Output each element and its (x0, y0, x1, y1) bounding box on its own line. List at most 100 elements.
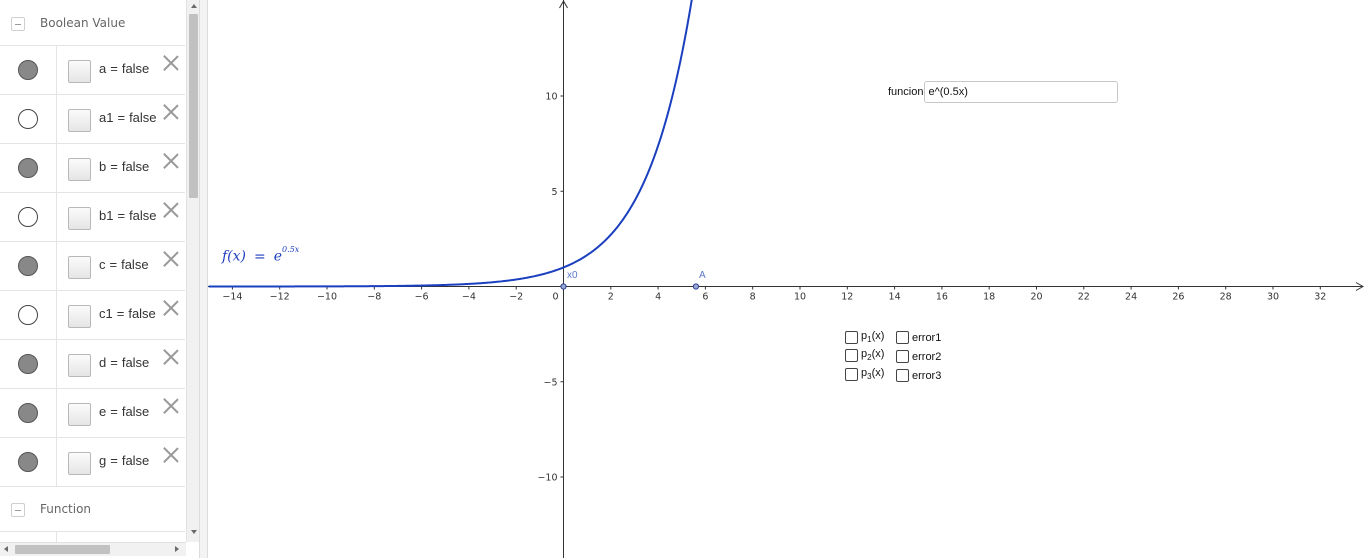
algebra-row-a1[interactable]: a1 = false (0, 95, 185, 144)
x-tick-label: 14 (889, 292, 901, 303)
funcion-input[interactable] (924, 81, 1119, 103)
checkbox-label: p3(x) (861, 367, 885, 382)
visibility-toggle[interactable] (18, 109, 38, 129)
scroll-left-icon[interactable] (4, 546, 8, 552)
horizontal-scrollbar[interactable] (0, 542, 186, 556)
marble-cell[interactable] (0, 193, 57, 241)
row-checkbox[interactable] (68, 207, 91, 230)
row-value: false (121, 257, 149, 272)
visibility-toggle[interactable] (18, 354, 38, 374)
row-definition[interactable]: g = false (99, 453, 149, 468)
visibility-toggle[interactable] (18, 305, 38, 325)
x-tick-label: −2 (509, 292, 523, 303)
checkbox-p3[interactable]: p3(x) (845, 364, 885, 382)
marble-cell[interactable] (0, 291, 57, 339)
marble-cell[interactable] (0, 389, 57, 437)
x-tick-label: 26 (1172, 292, 1184, 303)
checkbox-error2[interactable]: error2 (896, 346, 941, 363)
marble-cell[interactable] (0, 242, 57, 290)
graphics-view[interactable]: −14 −12 −10 −8 −6 −4 −2 0 2 4 6 8 10 12 14 16 18 20 22 24 26… (208, 0, 1366, 558)
checkbox-p2[interactable]: p2(x) (845, 345, 884, 363)
row-equals: = (117, 110, 126, 125)
visibility-toggle[interactable] (18, 256, 38, 276)
row-equals: = (110, 159, 118, 174)
row-definition[interactable]: a1 = false (99, 110, 157, 125)
x-tick-label: −12 (270, 292, 290, 303)
marble-cell[interactable] (0, 46, 57, 94)
group-header-boolean[interactable]: Boolean Value (0, 0, 185, 46)
function-label[interactable]: f(x) = e0.5x (222, 245, 299, 265)
row-definition[interactable]: c = false (99, 257, 149, 272)
row-definition[interactable]: b1 = false (99, 208, 157, 223)
checkbox-error3[interactable]: error3 (896, 365, 941, 382)
row-checkbox[interactable] (68, 452, 91, 475)
marble-cell[interactable] (0, 438, 57, 486)
x-tick-label: −8 (367, 292, 381, 303)
marble-cell[interactable] (0, 95, 57, 143)
checkbox-error1[interactable]: error1 (896, 327, 941, 344)
scrollbar-thumb[interactable] (15, 545, 110, 554)
marble-cell[interactable] (0, 144, 57, 192)
collapse-icon[interactable] (11, 503, 25, 517)
marble-cell[interactable] (0, 340, 57, 388)
delete-icon[interactable] (162, 152, 180, 170)
visibility-toggle[interactable] (18, 158, 38, 178)
group-header-function[interactable]: Function (0, 487, 185, 531)
checkbox-box[interactable] (896, 331, 909, 344)
checkbox-box[interactable] (845, 331, 858, 344)
visibility-toggle[interactable] (18, 403, 38, 423)
view-splitter[interactable] (200, 0, 208, 558)
row-checkbox[interactable] (68, 109, 91, 132)
visibility-toggle[interactable] (18, 207, 38, 227)
checkbox-box[interactable] (845, 349, 858, 362)
row-definition[interactable]: b = false (99, 159, 149, 174)
visibility-toggle[interactable] (18, 60, 38, 80)
graph-canvas[interactable]: −14 −12 −10 −8 −6 −4 −2 0 2 4 6 8 10 12 14 16 18 20 22 24 26… (208, 0, 1366, 558)
checkbox-box[interactable] (896, 350, 909, 363)
delete-icon[interactable] (162, 299, 180, 317)
delete-icon[interactable] (162, 348, 180, 366)
delete-icon[interactable] (162, 250, 180, 268)
function-curve[interactable] (208, 0, 694, 288)
algebra-row-c[interactable]: c = false (0, 242, 185, 291)
row-equals: = (109, 257, 118, 272)
delete-icon[interactable] (162, 397, 180, 415)
checkbox-box[interactable] (896, 369, 909, 382)
row-checkbox[interactable] (68, 403, 91, 426)
delete-icon[interactable] (162, 54, 180, 72)
checkbox-p1[interactable]: p1(x) (845, 327, 884, 345)
row-definition[interactable]: c1 = false (99, 306, 156, 321)
row-checkbox[interactable] (68, 256, 91, 279)
algebra-row-a[interactable]: a = false (0, 46, 185, 95)
x-tick-label: −10 (317, 292, 337, 303)
row-checkbox[interactable] (68, 354, 91, 377)
point-a[interactable] (692, 283, 700, 290)
vertical-scrollbar[interactable] (186, 0, 199, 542)
row-definition[interactable]: e = false (99, 404, 149, 419)
algebra-row-e[interactable]: e = false (0, 389, 185, 438)
x-tick-label: 30 (1267, 292, 1279, 303)
delete-icon[interactable] (162, 103, 180, 121)
delete-icon[interactable] (162, 446, 180, 464)
delete-icon[interactable] (162, 201, 180, 219)
scroll-down-icon[interactable] (191, 530, 197, 534)
collapse-icon[interactable] (11, 17, 25, 31)
algebra-row-g[interactable]: g = false (0, 438, 185, 487)
y-tick-label: −10 (537, 473, 557, 484)
x-tick-label: 16 (936, 292, 948, 303)
algebra-row-b[interactable]: b = false (0, 144, 185, 193)
checkbox-box[interactable] (845, 368, 858, 381)
row-definition[interactable]: a = false (99, 61, 149, 76)
scrollbar-thumb[interactable] (189, 14, 198, 198)
row-checkbox[interactable] (68, 60, 91, 83)
visibility-toggle[interactable] (18, 452, 38, 472)
scroll-up-icon[interactable] (191, 4, 197, 8)
row-checkbox[interactable] (68, 158, 91, 181)
point-x0[interactable] (560, 283, 567, 290)
algebra-row-c1[interactable]: c1 = false (0, 291, 185, 340)
row-checkbox[interactable] (68, 305, 91, 328)
algebra-row-d[interactable]: d = false (0, 340, 185, 389)
row-definition[interactable]: d = false (99, 355, 149, 370)
scroll-right-icon[interactable] (175, 546, 179, 552)
algebra-row-b1[interactable]: b1 = false (0, 193, 185, 242)
